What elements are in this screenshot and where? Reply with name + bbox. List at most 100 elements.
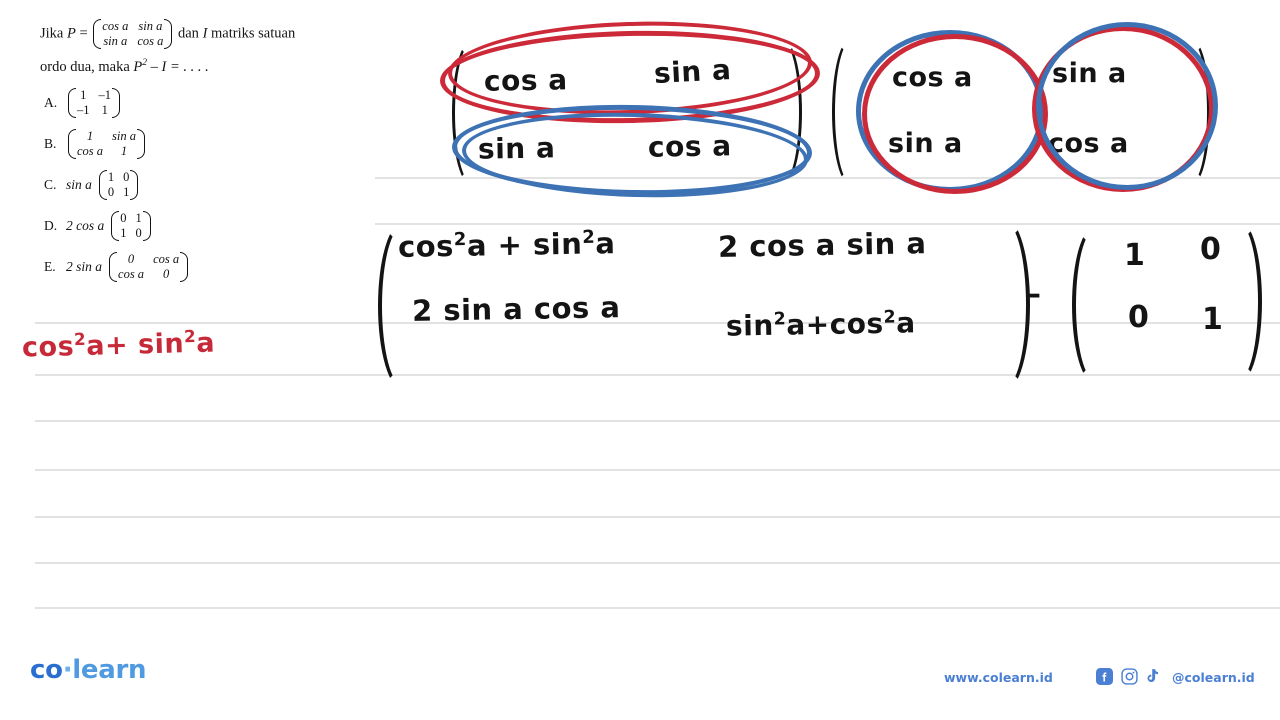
question-tail: matriks satuan: [211, 25, 296, 42]
matrix-cell-r2c1: cos a: [77, 143, 104, 158]
ruled-line: [35, 516, 1280, 518]
red-note-sin: sin: [137, 328, 185, 361]
result-r2c2-sup-2: 2: [883, 307, 897, 328]
logo-learn: learn: [72, 655, 147, 685]
ruled-line: [35, 607, 1280, 609]
tiktok-icon[interactable]: [1146, 668, 1161, 685]
matrix-cell-r2c1: 1: [120, 225, 127, 240]
matrix-cell-r2c2: 1: [120, 143, 128, 158]
paren-right: [142, 210, 153, 242]
result-r2c2-cos: cos: [829, 306, 884, 341]
option-e-label: E.: [44, 258, 56, 274]
option-d-matrix: 0 1 1 0: [109, 210, 153, 242]
option-a-matrix: 1 –1 –1 1: [66, 87, 122, 119]
hand-result-r2c2: sin2a+cos2a: [726, 306, 916, 342]
matrix-cell-r1c1: cos a: [102, 19, 129, 33]
hand-result-r1c2: 2 cos a sin a: [717, 226, 927, 264]
result-r2c2-plus: +: [805, 307, 830, 342]
question-var-p: P: [66, 25, 76, 42]
question-line-1: Jika P = cos a sin a sin a cos a dan I m…: [40, 18, 370, 50]
whiteboard-canvas: Jika P = cos a sin a sin a cos a dan I m…: [0, 0, 1280, 720]
result-r1c1-cos: cos: [397, 228, 455, 264]
hand-result-r2c1: 2 sin a cos a: [411, 290, 621, 328]
paren-right: [164, 18, 174, 50]
annotation-blue-ellipse-col-2: [1036, 22, 1218, 190]
matrix-cell-r1c2: 0: [123, 169, 130, 184]
matrix-cell-r1c2: cos a: [153, 251, 180, 266]
matrix-cell-r2c1: 0: [107, 184, 115, 199]
matrix-cell-r2c2: 1: [101, 102, 108, 117]
result-r2c2-var-2: a: [895, 306, 916, 340]
matrix-cell-r2c1: cos a: [118, 266, 145, 281]
instagram-icon[interactable]: [1121, 668, 1138, 685]
option-d[interactable]: D. 2 cos a 0 1 1 0: [44, 205, 374, 246]
red-note-var-2: a: [195, 327, 216, 359]
paren-left: [66, 87, 76, 119]
option-e[interactable]: E. 2 sin a 0 cos a cos a 0: [44, 246, 374, 287]
hand-identity-r2c1: 0: [1128, 300, 1150, 335]
option-b-matrix: 1 sin a cos a 1: [66, 128, 147, 160]
result-r1c1-sup-1: 2: [453, 229, 467, 251]
ruled-line: [375, 223, 1280, 225]
result-r1c1-plus: +: [497, 227, 523, 263]
options-list: A. 1 –1 –1 1 B. 1 sin a cos a 1 C. sin a…: [44, 82, 374, 287]
matrix-cell-r1c1: 1: [86, 128, 94, 143]
logo-dot: ·: [62, 655, 73, 685]
matrix-cell-r1c2: 1: [135, 210, 142, 225]
option-c-label: C.: [44, 176, 57, 192]
red-note-cos: cos: [21, 331, 75, 364]
question-matrix-p: cos a sin a sin a cos a: [91, 18, 174, 50]
question-block: Jika P = cos a sin a sin a cos a dan I m…: [40, 18, 370, 80]
paren-right: [130, 169, 140, 201]
matrix-cell-r1c1: 0: [127, 251, 135, 266]
option-d-label: D.: [44, 217, 58, 233]
hand-paren-right-result: [980, 218, 1030, 391]
paren-left: [91, 18, 102, 50]
facebook-icon[interactable]: [1096, 668, 1113, 685]
question-expr-base: P: [133, 58, 143, 75]
paren-right: [137, 128, 147, 160]
hand-paren-left-identity: [1072, 226, 1118, 384]
matrix-cell-r2c1: –1: [77, 102, 90, 117]
matrix-cell-r1c1: 0: [120, 210, 127, 225]
matrix-cell-r2c2: 1: [123, 184, 130, 199]
red-note-plus: +: [104, 329, 129, 362]
paren-left: [97, 169, 107, 201]
hand-minus-sign: –: [1026, 277, 1042, 312]
result-r1c1-sin: sin: [532, 226, 583, 262]
question-expr-rest: – I = . . . .: [150, 58, 209, 75]
result-r1c1-var-1: a: [466, 228, 488, 263]
paren-left: [107, 251, 118, 283]
footer-handle: @colearn.id: [1172, 670, 1255, 685]
matrix-cell-r1c2: sin a: [112, 128, 137, 143]
question-var-i: I: [202, 25, 208, 42]
option-c-coefficient: sin a: [66, 176, 92, 192]
paren-right: [112, 87, 122, 119]
hand-identity-r1c1: 1: [1124, 238, 1146, 273]
question-line-2: ordo dua, maka P2 – I = . . . .: [40, 50, 370, 80]
paren-left: [66, 128, 76, 160]
result-r2c2-sin: sin: [725, 308, 774, 343]
ruled-line: [35, 469, 1280, 471]
logo-co: co: [30, 655, 63, 685]
matrix-cell-r2c2: 0: [135, 225, 142, 240]
hand-identity-r1c2: 0: [1200, 232, 1222, 267]
matrix-cell-r2c2: 0: [162, 266, 170, 281]
option-b-label: B.: [44, 135, 57, 151]
option-a-label: A.: [44, 94, 58, 110]
option-c-matrix: 1 0 0 1: [97, 169, 141, 201]
option-a[interactable]: A. 1 –1 –1 1: [44, 82, 374, 123]
paren-left: [109, 210, 120, 242]
annotation-red-ellipse-col-1: [862, 34, 1048, 194]
ruled-line: [35, 562, 1280, 564]
result-r1c1-var-2: a: [595, 226, 616, 261]
red-note-sup-1: 2: [73, 328, 87, 350]
option-e-coefficient: 2 sin a: [66, 258, 103, 274]
question-ordo: ordo dua, maka: [40, 58, 130, 75]
result-r2c2-sup-1: 2: [773, 309, 787, 330]
matrix-cell-r1c2: sin a: [138, 19, 163, 33]
option-c[interactable]: C. sin a 1 0 0 1: [44, 164, 374, 205]
question-dan: dan: [178, 25, 199, 42]
option-b[interactable]: B. 1 sin a cos a 1: [44, 123, 374, 164]
handwritten-red-note: cos2a+ sin2a: [21, 325, 216, 364]
